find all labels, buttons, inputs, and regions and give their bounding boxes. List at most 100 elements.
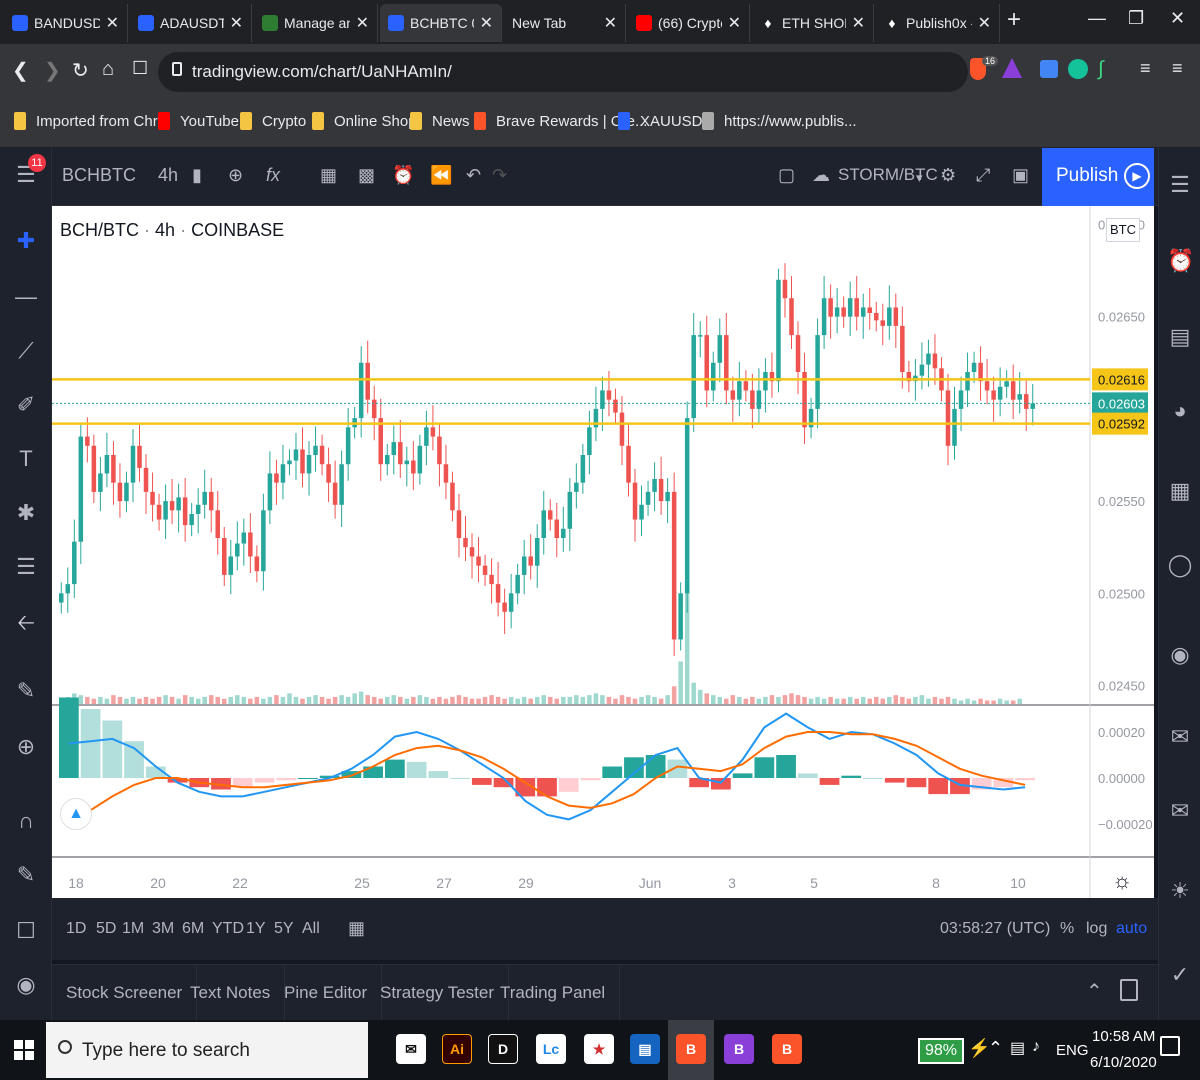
symbol-search[interactable]: BCHBTC xyxy=(62,165,136,186)
forward-icon[interactable]: ❯ xyxy=(44,58,61,83)
range-button-1y[interactable]: 1Y xyxy=(246,920,266,938)
app-d-icon[interactable]: D xyxy=(488,1034,518,1064)
fib-icon[interactable]: ⟋ xyxy=(12,338,40,364)
restore-icon[interactable]: ❐ xyxy=(1128,8,1144,29)
browser-tab[interactable]: Manage and tr ✕ xyxy=(254,4,378,42)
extension-icon[interactable]: ∫ xyxy=(1098,58,1103,81)
chevron-down-icon[interactable]: ▾ xyxy=(916,170,923,186)
text-icon[interactable]: T xyxy=(12,446,40,472)
redo-icon[interactable]: ↷ xyxy=(492,165,507,186)
settings-icon[interactable]: ⚙ xyxy=(940,165,956,186)
windows-start-icon[interactable] xyxy=(14,1040,34,1060)
alert-icon[interactable]: ⏰ xyxy=(392,165,414,186)
financials-icon[interactable]: ▦ xyxy=(320,165,337,186)
close-tab-icon[interactable]: ✕ xyxy=(230,13,243,33)
candle-type-icon[interactable]: ▮ xyxy=(192,165,202,186)
bookmark-item[interactable]: YouTube xyxy=(158,112,239,130)
utc-clock[interactable]: 03:58:27 (UTC) xyxy=(940,920,1050,938)
back-arrow-icon[interactable]: 🡠 xyxy=(12,606,40,644)
clock-date[interactable]: 6/10/2020 xyxy=(1090,1054,1157,1071)
time-axis-settings-icon[interactable]: ☼ xyxy=(1112,868,1132,894)
close-tab-icon[interactable]: ✕ xyxy=(356,13,369,33)
volume-icon[interactable]: ♪ xyxy=(1032,1038,1040,1056)
grammarly-icon[interactable] xyxy=(1068,59,1088,79)
close-tab-icon[interactable]: ✕ xyxy=(978,13,991,33)
fullscreen-icon[interactable]: ⤢ xyxy=(976,165,990,186)
range-button-1d[interactable]: 1D xyxy=(66,920,86,938)
chart-pane[interactable]: 0.027000.026500.025500.025000.024500.026… xyxy=(52,206,1154,898)
bookmark-icon[interactable]: ☐ xyxy=(132,58,148,79)
close-tab-icon[interactable]: ✕ xyxy=(728,13,741,33)
rewards-icon[interactable] xyxy=(1002,58,1022,78)
range-button-1m[interactable]: 1M xyxy=(122,920,144,938)
notification-center-icon[interactable] xyxy=(1160,1036,1180,1056)
replay-icon[interactable]: ⏪ xyxy=(430,165,452,186)
interval-button[interactable]: 4h xyxy=(158,165,178,186)
browser-tab[interactable]: ♦ ETH SHORT Te ✕ xyxy=(752,4,874,42)
data-window-icon[interactable]: ▤ xyxy=(1167,324,1193,350)
range-button-3m[interactable]: 3M xyxy=(152,920,174,938)
minimize-icon[interactable]: — xyxy=(1088,8,1106,29)
calendar-icon[interactable]: ▦ xyxy=(1167,478,1193,504)
panel-tab[interactable]: Trading Panel xyxy=(486,965,621,1021)
date-range-icon[interactable]: ▦ xyxy=(348,918,365,939)
lightbulb-icon[interactable]: ☀ xyxy=(1167,878,1193,904)
bookmark-item[interactable]: News xyxy=(410,112,470,130)
close-tab-icon[interactable]: ✕ xyxy=(852,13,865,33)
streams-icon[interactable]: ◉ xyxy=(1167,642,1193,668)
zoom-in-icon[interactable]: ⊕ xyxy=(12,734,40,760)
brush-icon[interactable]: ✐ xyxy=(12,392,40,418)
brave-nightly-icon[interactable]: B xyxy=(772,1034,802,1064)
range-button-ytd[interactable]: YTD xyxy=(212,920,244,938)
lc-icon[interactable]: Lc xyxy=(536,1034,566,1064)
bookmark-item[interactable]: Imported from Chr... xyxy=(14,112,169,130)
magnet-icon[interactable]: ∩ xyxy=(12,808,40,834)
bookmark-item[interactable]: https://www.publis... xyxy=(702,112,857,130)
bookmark-item[interactable]: XAUUSD xyxy=(618,112,703,130)
prediction-icon[interactable]: ☰ xyxy=(12,554,40,580)
indicators-icon[interactable]: fx xyxy=(266,165,280,186)
close-tab-icon[interactable]: ✕ xyxy=(106,13,119,33)
ruler-icon[interactable]: ✎ xyxy=(12,678,40,704)
browser-tab[interactable]: BANDUSDT 1.5 ✕ xyxy=(4,4,128,42)
network-icon[interactable]: ▤ xyxy=(1010,1038,1025,1058)
close-window-icon[interactable]: ✕ xyxy=(1170,8,1185,29)
battery-indicator[interactable]: 98% xyxy=(918,1038,964,1064)
browser-tab[interactable]: BCHBTC 0.026 ✕ xyxy=(380,4,502,42)
tradingview-logo-icon[interactable]: ▲ xyxy=(60,798,92,830)
undo-icon[interactable]: ↶ xyxy=(466,165,481,186)
percent-toggle[interactable]: % xyxy=(1060,920,1074,938)
illustrator-icon[interactable]: Ai xyxy=(442,1034,472,1064)
mail-icon[interactable]: ✉ xyxy=(396,1034,426,1064)
chevron-up-icon[interactable]: ⌃ xyxy=(1086,979,1103,1004)
reload-icon[interactable]: ↻ xyxy=(72,58,89,83)
range-button-6m[interactable]: 6M xyxy=(182,920,204,938)
camera-icon[interactable]: ▣ xyxy=(1012,165,1029,186)
language-indicator[interactable]: ENG xyxy=(1056,1042,1089,1059)
layout-icon[interactable]: ▢ xyxy=(778,165,795,186)
panel-tab[interactable]: Text Notes xyxy=(176,965,286,1021)
menu-icon[interactable]: ≡ xyxy=(1172,58,1183,79)
new-tab-button[interactable]: + xyxy=(1007,6,1021,34)
lock-drawings-icon[interactable]: ✎ xyxy=(12,862,40,888)
brave-beta-icon[interactable]: B xyxy=(724,1034,754,1064)
close-tab-icon[interactable]: ✕ xyxy=(604,13,617,33)
pattern-icon[interactable]: ✱ xyxy=(12,500,40,526)
close-tab-icon[interactable]: ✕ xyxy=(480,13,493,33)
maximize-panel-icon[interactable] xyxy=(1120,979,1138,1001)
home-icon[interactable]: ⌂ xyxy=(102,58,114,81)
back-icon[interactable]: ❮ xyxy=(12,58,29,83)
taskbar-search[interactable]: Type here to search xyxy=(46,1022,368,1078)
browser-tab[interactable]: ♦ Publish0x - Ea ✕ xyxy=(876,4,1000,42)
range-button-5y[interactable]: 5Y xyxy=(274,920,294,938)
log-toggle[interactable]: log xyxy=(1086,920,1107,938)
reading-list-icon[interactable]: ≡ xyxy=(1140,58,1151,79)
lock-icon[interactable]: ☐ xyxy=(12,918,40,944)
alarm-clock-icon[interactable]: ⏰ xyxy=(1167,248,1194,274)
compare-add-icon[interactable]: ⊕ xyxy=(228,165,243,186)
crosshair-icon[interactable]: ✚ xyxy=(12,228,40,254)
signals-icon[interactable]: ✓ xyxy=(1167,962,1193,988)
auto-toggle[interactable]: auto xyxy=(1116,920,1147,938)
chart-canvas[interactable]: 0.027000.026500.025500.025000.024500.026… xyxy=(52,206,1154,898)
hotlists-icon[interactable]: ◕ xyxy=(1167,398,1193,424)
